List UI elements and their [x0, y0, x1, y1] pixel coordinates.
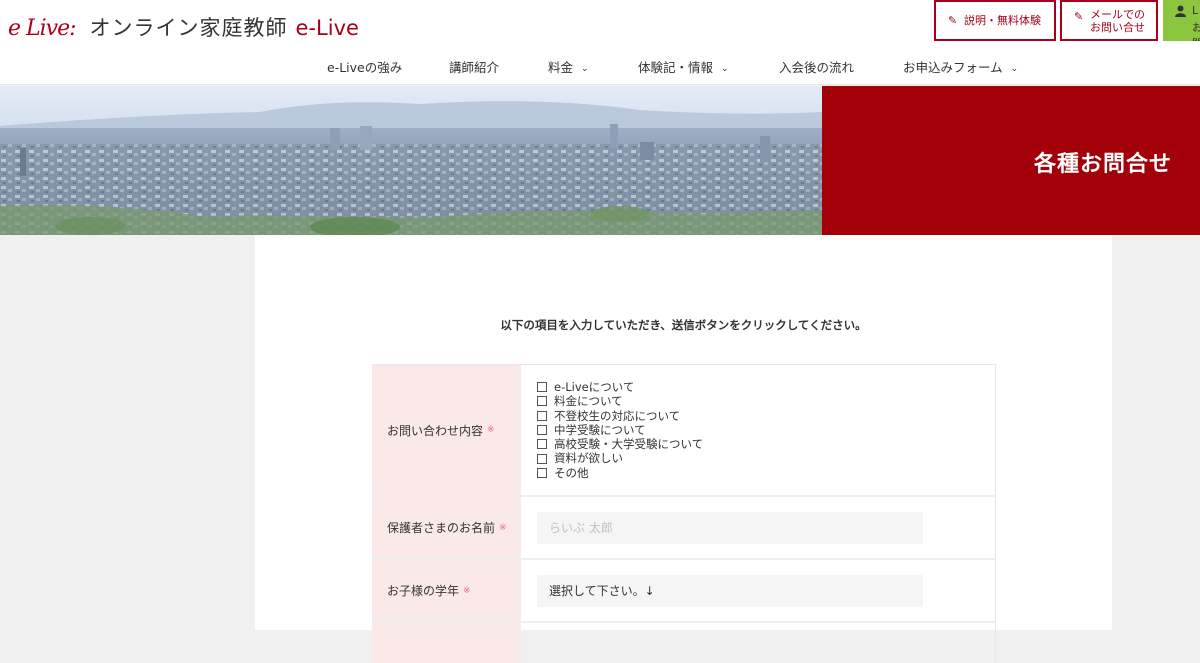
- guardian-name-label: 保護者さまのお名前 ※: [372, 497, 521, 558]
- checkbox[interactable]: [537, 424, 547, 435]
- form-intro-text: 以下の項目を入力していただき、送信ボタンをクリックしてください。: [500, 318, 867, 332]
- cityscape-image: [0, 86, 822, 235]
- logo-text: オンライン家庭教師: [89, 16, 288, 40]
- checkbox-label: その他: [554, 465, 589, 480]
- checkbox-label: 中学受験について: [554, 422, 646, 437]
- grade-field: 選択して下さい。↓: [521, 560, 996, 621]
- nav-item-application[interactable]: お申込みフォーム ⌄: [903, 57, 1018, 76]
- mail-inquiry-label: メールでの お問い合せ: [1090, 8, 1145, 34]
- checkbox[interactable]: [537, 410, 547, 421]
- form-row-next: [372, 623, 996, 663]
- next-row-field: [521, 623, 996, 663]
- nav-item-strengths-label: e-Liveの強み: [327, 60, 403, 75]
- guardian-name-field: らいぶ 太郎: [521, 497, 996, 558]
- checkbox-option[interactable]: その他: [537, 466, 703, 480]
- guardian-name-placeholder: らいぶ 太郎: [549, 521, 613, 535]
- logo-brand: e-Live: [295, 16, 359, 40]
- checkbox-label: 資料が欲しい: [554, 451, 623, 466]
- required-mark: ※: [499, 522, 507, 533]
- nav-item-experience[interactable]: 体験記・情報 ⌄: [638, 57, 729, 76]
- grade-label: お子様の学年 ※: [372, 560, 521, 621]
- site-header: e Live: オンライン家庭教師 e-Live ✎ 説明・無料体験 ✎ メール…: [0, 0, 1200, 85]
- free-trial-button[interactable]: ✎ 説明・無料体験: [934, 0, 1056, 41]
- required-mark: ※: [463, 585, 471, 596]
- hero-title-panel: 各種お問合せ: [822, 86, 1200, 235]
- line-button-label: L: [1192, 4, 1199, 17]
- nav-item-flow[interactable]: 入会後の流れ: [779, 57, 854, 76]
- grade-label-text: お子様の学年: [387, 584, 460, 598]
- form-row-guardian-name: 保護者さまのお名前 ※ らいぶ 太郎: [372, 497, 996, 560]
- nav-item-flow-label: 入会後の流れ: [779, 60, 855, 75]
- inquiry-field: e-Liveについて 料金について 不登校生の対応について 中学受験について 高…: [521, 365, 996, 495]
- inquiry-form: お問い合わせ内容 ※ e-Liveについて 料金について 不登校生の対応について …: [372, 364, 996, 663]
- form-row-grade: お子様の学年 ※ 選択して下さい。↓: [372, 560, 996, 623]
- free-trial-label: 説明・無料体験: [964, 14, 1041, 27]
- pencil-icon: ✎: [948, 14, 958, 27]
- guardian-name-label-text: 保護者さまのお名前: [387, 521, 496, 535]
- checkbox-option[interactable]: 不登校生の対応について: [537, 409, 703, 423]
- checkbox[interactable]: [537, 396, 547, 407]
- pencil-icon: ✎: [1074, 10, 1084, 23]
- main-nav: e-Liveの強み 講師紹介 料金 ⌄ 体験記・情報 ⌄ 入会後の流れ お申込みフォ…: [0, 55, 1200, 77]
- checkbox[interactable]: [537, 382, 547, 393]
- mail-inquiry-button[interactable]: ✎ メールでの お問い合せ: [1060, 0, 1158, 41]
- chevron-down-icon: ⌄: [721, 64, 729, 74]
- inquiry-checkbox-group: e-Liveについて 料金について 不登校生の対応について 中学受験について 高…: [537, 366, 703, 494]
- main-content: 以下の項目を入力していただき、送信ボタンをクリックしてください。 お問い合わせ内…: [255, 235, 1112, 663]
- page-title: 各種お問合せ: [1033, 152, 1172, 177]
- checkbox[interactable]: [537, 467, 547, 478]
- checkbox[interactable]: [537, 453, 547, 464]
- nav-item-tutors[interactable]: 講師紹介: [449, 57, 499, 76]
- line-button-label-2: お問: [1192, 21, 1200, 41]
- nav-item-pricing-label: 料金: [548, 60, 574, 75]
- mail-inquiry-label-line1: メールでの: [1090, 7, 1145, 21]
- nav-item-strengths[interactable]: e-Liveの強み: [327, 57, 402, 76]
- line-button[interactable]: L お問: [1163, 0, 1200, 41]
- user-icon: [1175, 5, 1186, 17]
- grade-select[interactable]: 選択して下さい。↓: [537, 574, 923, 607]
- chevron-down-icon: ⌄: [581, 64, 589, 74]
- inquiry-label-text: お問い合わせ内容: [387, 423, 484, 438]
- nav-item-tutors-label: 講師紹介: [449, 60, 500, 75]
- next-row-label: [372, 623, 521, 663]
- checkbox-label: 高校受験・大学受験について: [554, 437, 704, 452]
- checkbox-option[interactable]: 料金について: [537, 394, 703, 408]
- grade-select-value: 選択して下さい。↓: [549, 584, 655, 598]
- checkbox-option[interactable]: 中学受験について: [537, 423, 703, 437]
- nav-item-pricing[interactable]: 料金 ⌄: [548, 57, 589, 76]
- checkbox-label: e-Liveについて: [554, 379, 635, 394]
- checkbox-option[interactable]: 資料が欲しい: [537, 451, 703, 465]
- form-row-inquiry: お問い合わせ内容 ※ e-Liveについて 料金について 不登校生の対応について …: [372, 365, 996, 497]
- required-mark: ※: [487, 425, 495, 435]
- checkbox-label: 料金について: [554, 394, 623, 409]
- site-logo[interactable]: e Live: オンライン家庭教師 e-Live: [8, 12, 359, 42]
- nav-item-application-label: お申込みフォーム: [903, 60, 1003, 75]
- chevron-down-icon: ⌄: [1010, 64, 1019, 74]
- mail-inquiry-label-line2: お問い合せ: [1090, 20, 1145, 34]
- hero-banner: 各種お問合せ: [0, 86, 1200, 235]
- nav-item-experience-label: 体験記・情報: [638, 60, 714, 75]
- guardian-name-input[interactable]: らいぶ 太郎: [537, 511, 923, 544]
- checkbox-option[interactable]: e-Liveについて: [537, 380, 703, 394]
- inquiry-label: お問い合わせ内容 ※: [372, 365, 521, 495]
- logo-mark: e Live:: [8, 16, 77, 41]
- checkbox-label: 不登校生の対応について: [554, 408, 681, 423]
- checkbox[interactable]: [537, 439, 547, 450]
- checkbox-option[interactable]: 高校受験・大学受験について: [537, 437, 703, 451]
